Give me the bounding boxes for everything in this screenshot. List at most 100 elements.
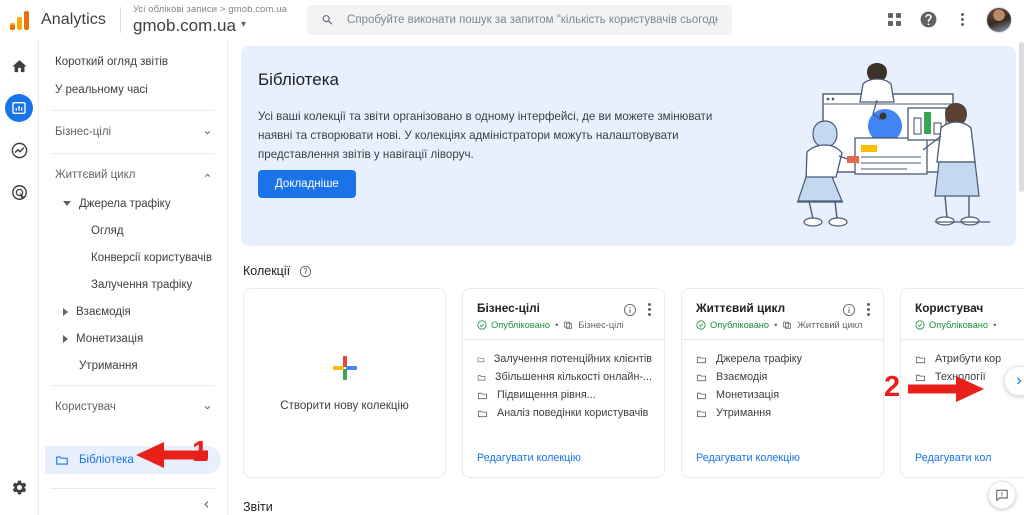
advertising-icon[interactable] [5, 178, 33, 206]
collection-card-business-goals[interactable]: Бізнес-цілі Опубліковано • Бізнес-цілі З… [462, 288, 665, 478]
sidebar-item-monetization[interactable]: Монетизація [39, 325, 227, 352]
sidebar-item-label: У реальному часі [55, 84, 148, 96]
explore-icon[interactable] [5, 136, 33, 164]
sidebar-group-lifecycle[interactable]: Життєвий цикл [39, 160, 227, 190]
list-item[interactable]: Залучення потенційних клієнтів [477, 353, 652, 365]
list-item[interactable]: Підвищення рівня... [477, 389, 652, 401]
status-label: Опубліковано [929, 320, 989, 330]
help-icon[interactable] [913, 5, 943, 35]
search-bar[interactable] [306, 4, 732, 35]
card-more-options-icon[interactable] [643, 300, 656, 319]
library-hero-banner: Бібліотека Усі ваші колекції та звіти ор… [241, 46, 1016, 246]
sidebar-item-label: Монетизація [76, 332, 144, 345]
reports-icon[interactable] [5, 94, 33, 122]
nav-label: Життєвий цикл [797, 320, 863, 330]
status-badge: Опубліковано [477, 320, 550, 330]
sidebar-item-traffic-sources[interactable]: Джерела трафіку [39, 190, 227, 217]
status-label: Опубліковано [710, 320, 770, 330]
meta-separator: • [774, 320, 778, 330]
card-meta: Опубліковано • Життєвий цикл [696, 320, 871, 330]
page-scrollbar[interactable] [1019, 42, 1024, 192]
icon-rail [0, 40, 38, 515]
more-options-icon[interactable] [947, 5, 977, 35]
main-content: Бібліотека Усі ваші колекції та звіти ор… [229, 40, 1024, 515]
chevron-up-icon [204, 173, 211, 177]
account-selector[interactable]: Усі облікові записи > gmob.com.ua gmob.c… [133, 5, 287, 34]
sidebar-item-library[interactable]: Бібліотека [45, 446, 221, 474]
edit-collection-link[interactable]: Редагувати колекцію [477, 452, 581, 464]
sidebar-item-label: Джерела трафіку [79, 197, 171, 210]
folder-icon [696, 392, 707, 399]
list-item-label: Атрибути кор [935, 353, 1002, 365]
analytics-logo-area[interactable]: Analytics [0, 10, 106, 30]
triangle-down-icon [63, 201, 71, 206]
sidebar-item-label: Конверсії користувачів [91, 251, 212, 264]
analytics-logo-icon [10, 10, 32, 30]
sidebar-item-user-acquisition[interactable]: Конверсії користувачів [39, 244, 227, 271]
list-item[interactable]: Збільшення кількості онлайн-... [477, 371, 652, 383]
triangle-right-icon [63, 334, 68, 343]
sidebar-collapse-button[interactable] [200, 498, 213, 514]
list-item-label: Монетизація [716, 389, 780, 401]
card-header-actions [842, 300, 875, 319]
list-item[interactable]: Атрибути кор [915, 353, 1024, 365]
sidebar-item-retention[interactable]: Утримання [39, 352, 227, 379]
edit-collection-link[interactable]: Редагувати кол [915, 452, 991, 464]
analytics-library-page: Analytics Усі облікові записи > gmob.com… [0, 0, 1024, 515]
sidebar-item-overview[interactable]: Огляд [39, 217, 227, 244]
learn-more-button[interactable]: Докладніше [258, 170, 356, 198]
nav-link-icon [564, 321, 573, 329]
page-title: Бібліотека [258, 70, 339, 89]
edit-collection-link[interactable]: Редагувати колекцію [696, 452, 800, 464]
sidebar-item-label: Короткий огляд звітів [55, 56, 169, 68]
sidebar-nav: Короткий огляд звітів У реальному часі Б… [38, 40, 228, 515]
list-item-label: Аналіз поведінки користувачів [497, 407, 649, 419]
top-bar: Analytics Усі облікові записи > gmob.com… [0, 0, 1024, 40]
create-collection-card[interactable]: Створити нову колекцію [243, 288, 446, 478]
list-item-label: Підвищення рівня... [497, 389, 596, 401]
sidebar-item-reports-snapshot[interactable]: Короткий огляд звітів [39, 48, 227, 76]
chevron-down-icon [204, 405, 211, 409]
list-item[interactable]: Монетизація [696, 389, 871, 401]
list-item[interactable]: Взаємодія [696, 371, 871, 383]
help-circle-icon[interactable] [299, 265, 312, 278]
user-avatar[interactable] [986, 6, 1012, 33]
card-header: Бізнес-цілі Опубліковано • Бізнес-цілі [463, 289, 664, 340]
chevron-down-icon: ▾ [240, 19, 246, 31]
triangle-right-icon [63, 307, 68, 316]
card-more-options-icon[interactable] [862, 300, 875, 319]
list-item-label: Джерела трафіку [716, 353, 802, 365]
collection-card-lifecycle[interactable]: Життєвий цикл Опубліковано • Життєвий ци… [681, 288, 884, 478]
list-item[interactable]: Джерела трафіку [696, 353, 871, 365]
sidebar-item-engagement[interactable]: Взаємодія [39, 298, 227, 325]
search-icon [322, 14, 333, 25]
sidebar-item-traffic-acquisition[interactable]: Залучення трафіку [39, 271, 227, 298]
sidebar-divider [51, 488, 215, 489]
folder-icon [696, 374, 707, 381]
list-item[interactable]: Утримання [696, 407, 871, 419]
account-breadcrumb: Усі облікові записи > gmob.com.ua [132, 4, 287, 16]
check-circle-icon [696, 320, 706, 330]
apps-grid-icon[interactable] [879, 5, 909, 35]
home-icon[interactable] [5, 52, 33, 80]
nav-label: Бізнес-цілі [578, 320, 624, 330]
meta-separator: • [993, 320, 997, 330]
sidebar-group-user[interactable]: Користувач [39, 392, 227, 422]
info-icon[interactable] [623, 303, 637, 317]
sidebar-item-realtime[interactable]: У реальному часі [39, 76, 227, 104]
sidebar-group-business-goals[interactable]: Бізнес-цілі [39, 117, 227, 147]
sidebar-divider [51, 110, 215, 111]
chevron-left-icon [204, 501, 209, 508]
info-icon[interactable] [842, 303, 856, 317]
card-header: Життєвий цикл Опубліковано • Життєвий ци… [682, 289, 883, 340]
people-with-charts-illustration [795, 56, 1010, 236]
list-item[interactable]: Аналіз поведінки користувачів [477, 407, 652, 419]
list-item-label: Збільшення кількості онлайн-... [495, 371, 652, 383]
gear-icon[interactable] [5, 473, 33, 501]
search-input[interactable] [347, 13, 718, 26]
folder-icon [477, 357, 485, 362]
check-circle-icon [477, 320, 487, 330]
status-label: Опубліковано [491, 320, 551, 330]
feedback-icon[interactable] [988, 481, 1016, 509]
folder-icon [477, 392, 488, 399]
